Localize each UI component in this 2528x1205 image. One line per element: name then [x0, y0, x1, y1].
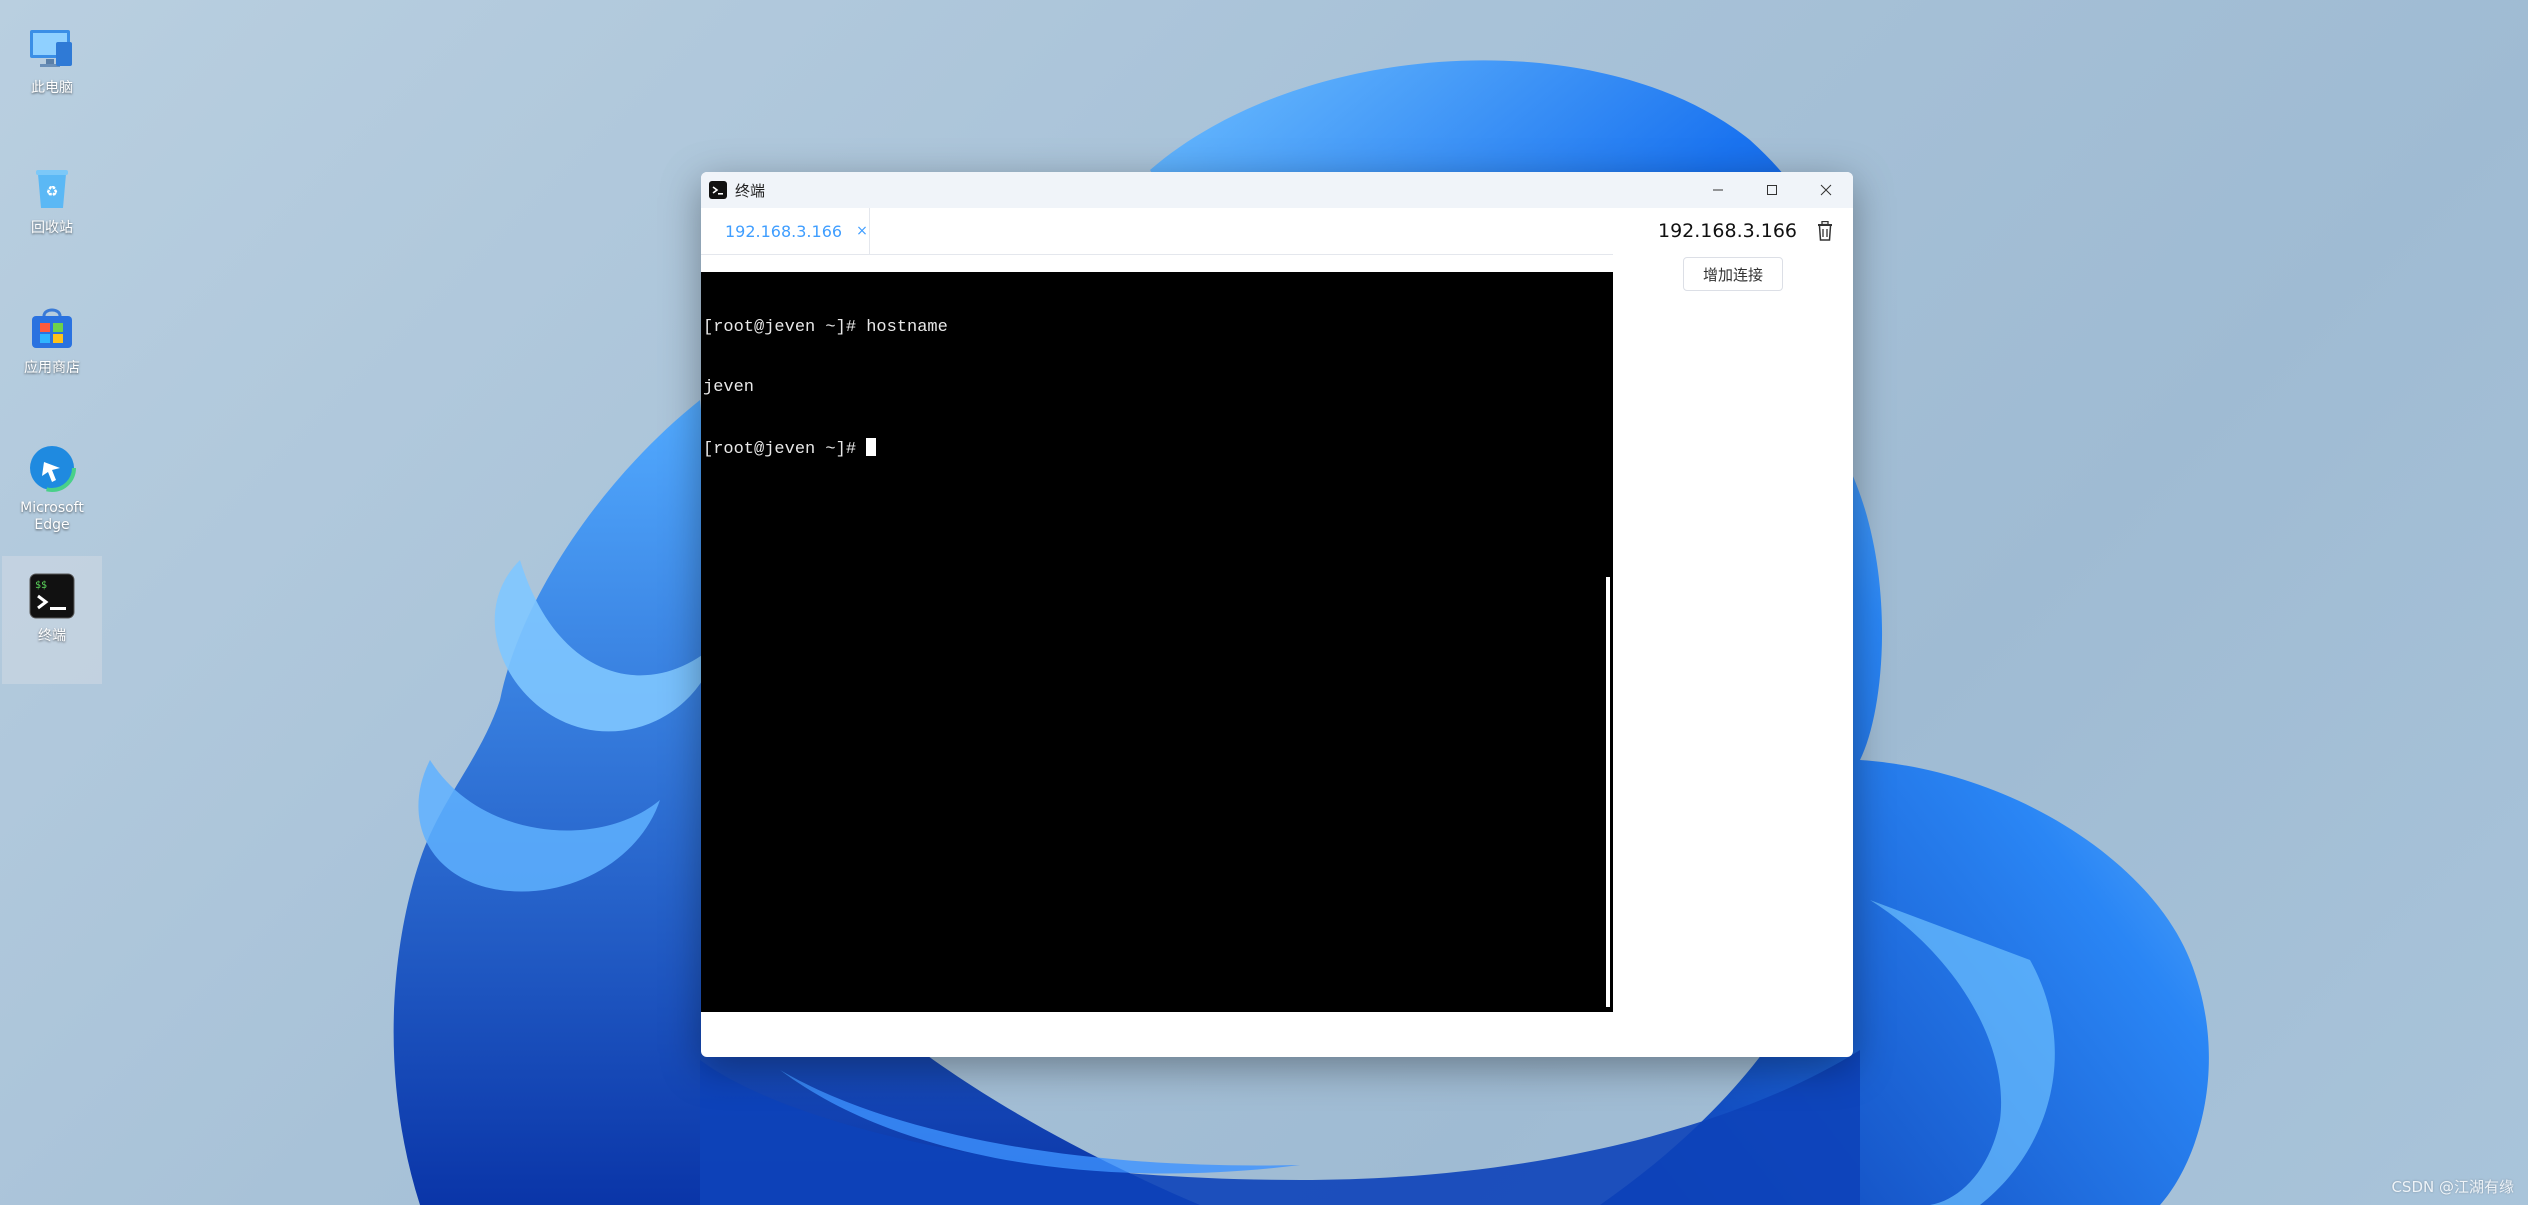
terminal-window: 终端 192.168.3.166 × [root@jeven ~]# hostn…: [701, 172, 1853, 1057]
terminal-scrollbar[interactable]: [1606, 577, 1610, 1007]
tab-bar: 192.168.3.166 ×: [701, 208, 1613, 255]
desktop: 此电脑 ♻ 回收站 应用商店 Microsoft Edge $$ 终端 终端 1…: [0, 0, 2528, 1205]
desktop-icon-this-pc[interactable]: 此电脑: [2, 8, 102, 134]
terminal-cursor: [866, 438, 877, 456]
computer-icon: [30, 30, 72, 67]
tab-connection[interactable]: 192.168.3.166 ×: [701, 208, 870, 254]
desktop-icon-terminal[interactable]: $$ 终端: [2, 556, 102, 684]
terminal-app-icon: [709, 181, 727, 199]
terminal-icon: $$: [29, 573, 75, 619]
window-title: 终端: [735, 181, 766, 200]
watermark: CSDN @江湖有缘: [2391, 1178, 2514, 1196]
terminal-screen[interactable]: [root@jeven ~]# hostname jeven [root@jev…: [701, 272, 1613, 1012]
tab-label: 192.168.3.166: [725, 221, 843, 241]
store-icon: [32, 308, 72, 348]
close-button[interactable]: [1799, 172, 1853, 208]
maximize-icon: [1767, 185, 1777, 195]
desktop-icon-label: 回收站: [31, 220, 73, 236]
minimize-button[interactable]: [1691, 172, 1745, 208]
svg-text:♻: ♻: [46, 184, 59, 200]
svg-text:$$: $$: [35, 580, 47, 591]
desktop-icon-label: 此电脑: [31, 80, 73, 96]
tab-close-icon[interactable]: ×: [856, 223, 868, 239]
close-icon: [1820, 184, 1832, 196]
recycle-bin-icon: ♻: [36, 170, 68, 208]
desktop-icon-edge[interactable]: Microsoft Edge: [2, 428, 102, 554]
desktop-icon-store[interactable]: 应用商店: [2, 288, 102, 414]
terminal-prompt-line: [root@jeven ~]#: [703, 440, 867, 459]
desktop-icon-label: Microsoft Edge: [20, 500, 84, 533]
title-bar[interactable]: 终端: [701, 172, 1853, 208]
trash-icon[interactable]: [1816, 221, 1834, 241]
desktop-icon-label: 应用商店: [24, 360, 80, 376]
maximize-button[interactable]: [1745, 172, 1799, 208]
connection-panel: 192.168.3.166 增加连接: [1613, 208, 1853, 408]
minimize-icon: [1713, 189, 1723, 191]
connection-host-label: 192.168.3.166: [1658, 220, 1798, 242]
edge-icon: [28, 444, 76, 492]
terminal-line: jeven: [703, 378, 755, 397]
desktop-icon-recycle-bin[interactable]: ♻ 回收站: [2, 148, 102, 274]
terminal-line: [root@jeven ~]# hostname: [703, 318, 948, 337]
add-connection-button[interactable]: 增加连接: [1683, 257, 1783, 291]
desktop-icon-label: 终端: [38, 628, 66, 644]
